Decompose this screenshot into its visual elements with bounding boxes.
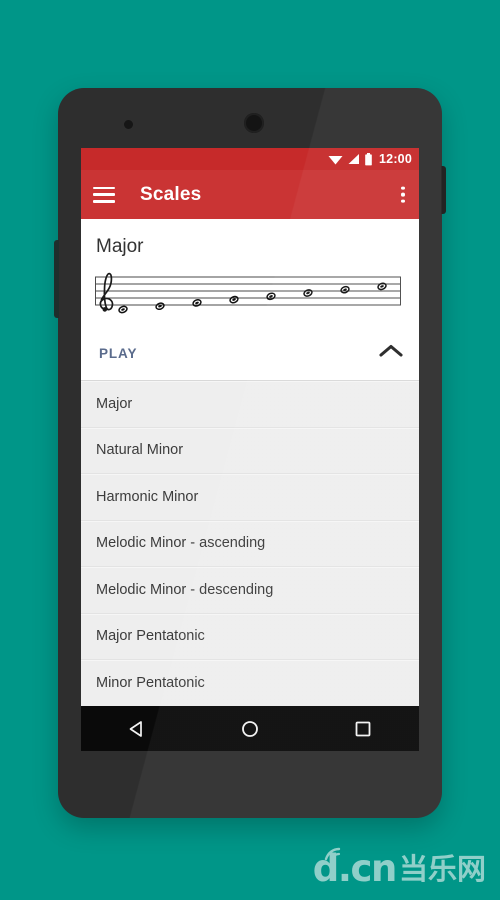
status-bar: 12:00	[81, 148, 419, 170]
selected-scale-title: Major	[96, 236, 144, 257]
list-item-label: Natural Minor	[96, 442, 184, 459]
app-bar: Scales	[81, 170, 419, 219]
overflow-menu-icon[interactable]	[401, 186, 405, 203]
wifi-icon	[328, 156, 343, 165]
list-item[interactable]: Major	[81, 381, 419, 428]
android-navigation-bar	[81, 706, 419, 751]
list-item[interactable]: Minor Pentatonic	[81, 660, 419, 707]
battery-icon	[365, 152, 372, 165]
hamburger-menu-icon[interactable]	[93, 186, 115, 203]
list-item-label: Melodic Minor - ascending	[96, 535, 266, 552]
scale-list[interactable]: Major Natural Minor Harmonic Minor Melod…	[81, 381, 419, 707]
chevron-up-icon[interactable]	[378, 342, 404, 365]
list-item-label: Melodic Minor - descending	[96, 581, 274, 598]
phone-screen: 12:00 Scales Major PLAY Major Natural Mi…	[81, 148, 419, 751]
list-item[interactable]: Melodic Minor - ascending	[81, 521, 419, 567]
page-title: Scales	[140, 183, 202, 205]
list-item-label: Major	[96, 395, 133, 412]
home-button[interactable]	[220, 706, 280, 751]
clef-base-dot	[102, 307, 108, 312]
list-item[interactable]: Major Pentatonic	[81, 614, 419, 660]
card-action-row: PLAY	[81, 336, 419, 380]
list-item-label: Major Pentatonic	[96, 628, 205, 645]
signal-icon	[348, 154, 360, 164]
signal-wave-icon	[324, 848, 340, 862]
watermark-latin-text: d.cn	[312, 847, 398, 891]
list-item-label: Harmonic Minor	[96, 488, 199, 505]
recents-button[interactable]	[333, 706, 393, 751]
staff-lines	[95, 276, 401, 306]
scale-detail-card: Major PLAY	[81, 219, 419, 381]
list-item[interactable]: Melodic Minor - descending	[81, 567, 419, 614]
power-button[interactable]	[441, 166, 446, 214]
list-item[interactable]: Natural Minor	[81, 428, 419, 474]
treble-clef-icon	[99, 272, 114, 311]
list-item-label: Minor Pentatonic	[96, 674, 205, 691]
watermark-chinese-text: 当乐网	[398, 852, 486, 887]
volume-rocker-button[interactable]	[54, 240, 59, 318]
music-staff-notation	[95, 271, 401, 315]
play-button[interactable]: PLAY	[99, 346, 137, 361]
proximity-sensor-icon	[124, 120, 133, 129]
back-button[interactable]	[107, 706, 167, 751]
phone-device-frame: 12:00 Scales Major PLAY Major Natural Mi…	[54, 88, 446, 818]
status-bar-clock: 12:00	[379, 151, 412, 166]
site-watermark: d.cn 当乐网	[312, 847, 486, 891]
front-camera-icon	[244, 113, 264, 133]
list-item[interactable]: Harmonic Minor	[81, 474, 419, 521]
